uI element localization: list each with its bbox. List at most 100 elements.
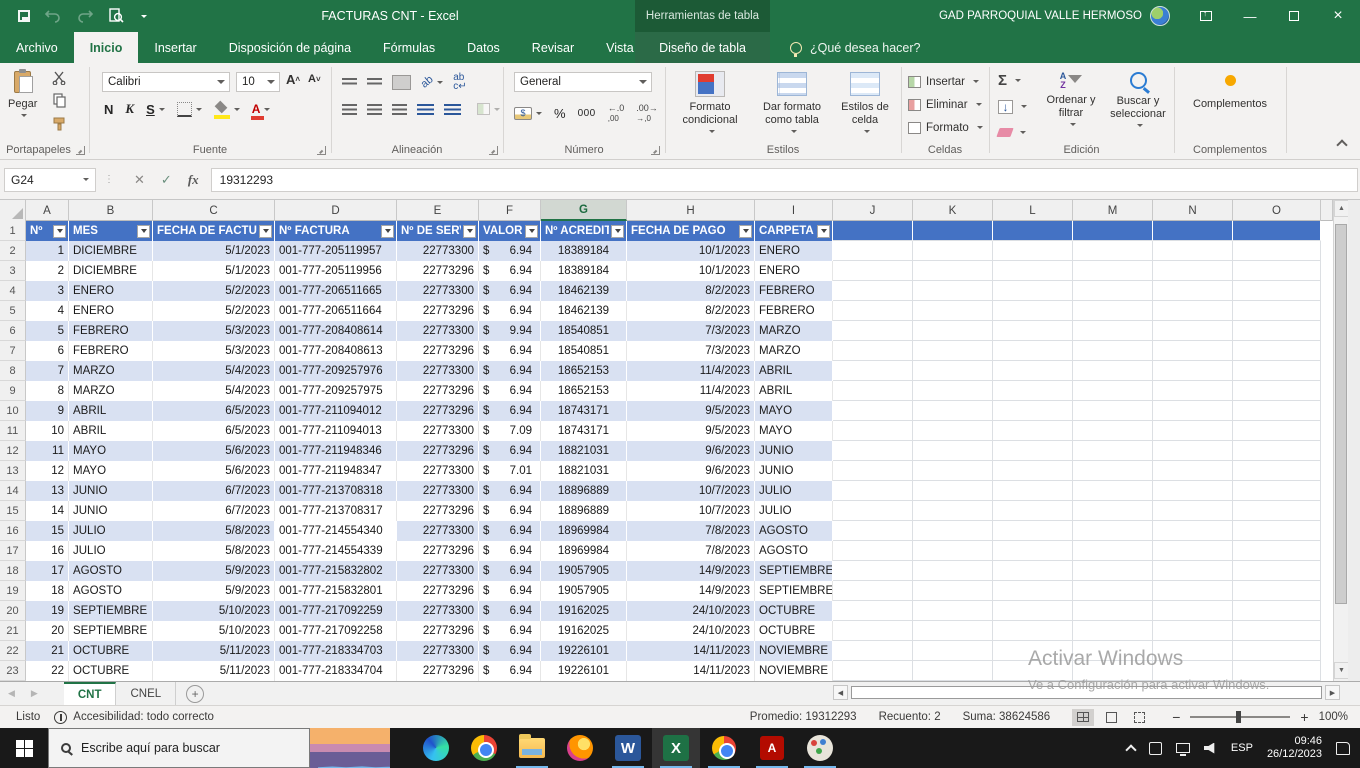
accessibility-status[interactable]: Accesibilidad: todo correcto xyxy=(54,711,214,724)
align-left-icon[interactable] xyxy=(342,104,357,115)
cell[interactable]: 001-777-217092258 xyxy=(275,621,397,641)
cell[interactable] xyxy=(913,221,993,241)
cell[interactable] xyxy=(1073,541,1153,561)
cell[interactable]: $6.94 xyxy=(479,521,541,541)
cell[interactable] xyxy=(1153,661,1233,681)
cell[interactable]: ENERO xyxy=(755,261,833,281)
cell[interactable] xyxy=(1153,261,1233,281)
cell[interactable]: 5/10/2023 xyxy=(153,601,275,621)
print-preview-icon[interactable] xyxy=(108,8,124,24)
table-header-cell[interactable]: Nº DE SERV xyxy=(397,221,479,241)
cell[interactable]: 18896889 xyxy=(541,481,627,501)
zoom-in-icon[interactable]: + xyxy=(1300,709,1308,725)
cell[interactable]: 22773296 xyxy=(397,501,479,521)
cell[interactable] xyxy=(993,661,1073,681)
cell[interactable]: JULIO xyxy=(69,541,153,561)
desktop-preview-thumbnail[interactable] xyxy=(310,728,390,768)
zoom-out-icon[interactable]: − xyxy=(1172,709,1180,725)
cell[interactable] xyxy=(913,281,993,301)
close-button[interactable]: × xyxy=(1316,0,1360,32)
cell[interactable]: NOVIEMBRE xyxy=(755,661,833,681)
cell[interactable]: 20 xyxy=(26,621,69,641)
cell[interactable]: 12 xyxy=(26,461,69,481)
tray-expand-icon[interactable] xyxy=(1125,744,1136,755)
delete-cells-button[interactable]: Eliminar xyxy=(908,95,982,114)
tab-archivo[interactable]: Archivo xyxy=(0,32,74,63)
cell[interactable]: 5/6/2023 xyxy=(153,461,275,481)
font-family-combo[interactable]: Calibri xyxy=(102,72,230,92)
filter-dropdown-icon[interactable] xyxy=(739,225,752,238)
cell[interactable] xyxy=(1073,661,1153,681)
cell[interactable] xyxy=(993,241,1073,261)
cell[interactable]: $6.94 xyxy=(479,261,541,281)
cell[interactable] xyxy=(913,541,993,561)
cell[interactable] xyxy=(1153,361,1233,381)
tab-datos[interactable]: Datos xyxy=(451,32,516,63)
cell[interactable]: $6.94 xyxy=(479,561,541,581)
cell[interactable]: 001-777-215832801 xyxy=(275,581,397,601)
cell[interactable]: 22773296 xyxy=(397,341,479,361)
cell[interactable]: 18462139 xyxy=(541,281,627,301)
cell[interactable]: JUNIO xyxy=(69,501,153,521)
orientation-icon[interactable]: ab xyxy=(419,73,436,90)
cell[interactable] xyxy=(993,561,1073,581)
cell[interactable] xyxy=(1233,481,1321,501)
cell[interactable]: 22773300 xyxy=(397,361,479,381)
cut-icon[interactable] xyxy=(52,71,68,85)
redo-icon[interactable] xyxy=(76,9,94,23)
cell[interactable]: 22773300 xyxy=(397,421,479,441)
italic-button[interactable]: K xyxy=(125,101,134,117)
cell[interactable] xyxy=(993,261,1073,281)
taskbar-chrome-window-icon[interactable] xyxy=(700,728,748,768)
cell[interactable]: MARZO xyxy=(69,381,153,401)
cell[interactable] xyxy=(1233,541,1321,561)
cell[interactable]: 18969984 xyxy=(541,541,627,561)
row-header-18[interactable]: 18 xyxy=(0,561,26,581)
taskbar-firefox-icon[interactable] xyxy=(556,728,604,768)
taskbar-file-explorer-icon[interactable] xyxy=(508,728,556,768)
cell[interactable]: 001-777-218334704 xyxy=(275,661,397,681)
align-center-icon[interactable] xyxy=(367,104,382,115)
cell[interactable]: $6.94 xyxy=(479,241,541,261)
cell[interactable] xyxy=(1153,581,1233,601)
row-header-6[interactable]: 6 xyxy=(0,321,26,341)
cell[interactable] xyxy=(1153,601,1233,621)
cell[interactable]: 001-777-206511665 xyxy=(275,281,397,301)
filter-dropdown-icon[interactable] xyxy=(53,225,66,238)
cell[interactable]: MAYO xyxy=(69,441,153,461)
cell[interactable]: 18969984 xyxy=(541,521,627,541)
cell[interactable] xyxy=(833,221,913,241)
tell-me-box[interactable]: ¿Qué desea hacer? xyxy=(790,32,921,63)
cell[interactable]: ABRIL xyxy=(755,381,833,401)
comma-style-icon[interactable]: 000 xyxy=(578,108,596,119)
conditional-formatting-button[interactable]: Formato condicional xyxy=(672,71,748,136)
cell[interactable]: OCTUBRE xyxy=(69,641,153,661)
cell[interactable] xyxy=(833,261,913,281)
cell[interactable]: 14/9/2023 xyxy=(627,561,755,581)
cell[interactable]: 19162025 xyxy=(541,621,627,641)
cell[interactable] xyxy=(913,661,993,681)
cell[interactable] xyxy=(833,661,913,681)
cell[interactable]: 14/11/2023 xyxy=(627,661,755,681)
row-header-5[interactable]: 5 xyxy=(0,301,26,321)
cell[interactable]: 6/5/2023 xyxy=(153,401,275,421)
cell[interactable] xyxy=(993,321,1073,341)
underline-dropdown-icon[interactable] xyxy=(159,108,165,114)
cell[interactable] xyxy=(1233,321,1321,341)
row-header-10[interactable]: 10 xyxy=(0,401,26,421)
paste-button[interactable]: Pegar xyxy=(8,71,37,120)
cell[interactable] xyxy=(1153,541,1233,561)
cell[interactable]: 18462139 xyxy=(541,301,627,321)
cell[interactable]: FEBRERO xyxy=(755,301,833,321)
alignment-dialog-launcher[interactable] xyxy=(489,146,498,155)
cell[interactable]: 22773300 xyxy=(397,601,479,621)
volume-icon[interactable] xyxy=(1204,743,1217,754)
cell[interactable]: 11/4/2023 xyxy=(627,361,755,381)
cell[interactable] xyxy=(1233,241,1321,261)
cell[interactable]: MARZO xyxy=(755,341,833,361)
fill-button[interactable]: ↓ xyxy=(998,97,1027,116)
cell[interactable]: JUNIO xyxy=(69,481,153,501)
column-header-B[interactable]: B xyxy=(69,200,153,221)
cell[interactable] xyxy=(1153,401,1233,421)
filter-dropdown-icon[interactable] xyxy=(525,225,538,238)
